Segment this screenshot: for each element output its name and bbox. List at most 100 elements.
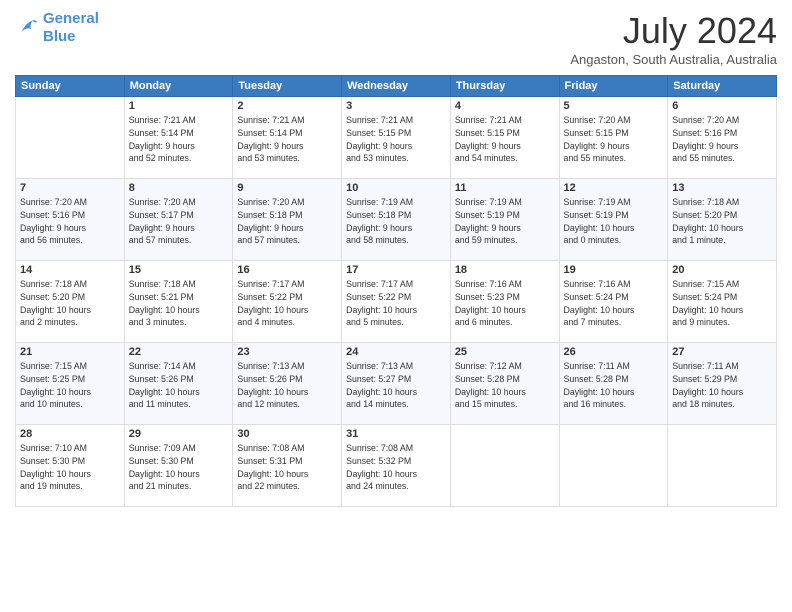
day-number: 11 bbox=[455, 182, 555, 194]
calendar-cell: 29 Sunrise: 7:09 AMSunset: 5:30 PMDayligh… bbox=[124, 425, 233, 507]
calendar-cell: 21Sunrise: 7:15 AMSunset: 5:25 PMDayligh… bbox=[16, 343, 125, 425]
day-number: 21 bbox=[20, 346, 120, 358]
calendar-cell: 28 Sunrise: 7:10 AMSunset: 5:30 PMDayligh… bbox=[16, 425, 125, 507]
calendar-table: Sunday Monday Tuesday Wednesday Thursday… bbox=[15, 75, 777, 507]
day-number: 3 bbox=[346, 100, 446, 112]
calendar-cell: 27Sunrise: 7:11 AMSunset: 5:29 PMDayligh… bbox=[668, 343, 777, 425]
day-number: 29 bbox=[129, 428, 229, 440]
calendar-cell: 13 Sunrise: 7:18 AMSunset: 5:20 PMDayligh… bbox=[668, 179, 777, 261]
day-number: 30 bbox=[237, 428, 337, 440]
day-number: 4 bbox=[455, 100, 555, 112]
calendar-cell: 30Sunrise: 7:08 AMSunset: 5:31 PMDayligh… bbox=[233, 425, 342, 507]
calendar-header-row: Sunday Monday Tuesday Wednesday Thursday… bbox=[16, 76, 777, 97]
calendar-cell: 25 Sunrise: 7:12 AMSunset: 5:28 PMDayligh… bbox=[450, 343, 559, 425]
calendar-cell: 14 Sunrise: 7:18 AMSunset: 5:20 PMDayligh… bbox=[16, 261, 125, 343]
day-info: Sunrise: 7:09 AMSunset: 5:30 PMDaylight:… bbox=[129, 442, 229, 493]
day-info: Sunrise: 7:18 AMSunset: 5:21 PMDaylight:… bbox=[129, 278, 229, 329]
calendar-cell: 8Sunrise: 7:20 AMSunset: 5:17 PMDaylight… bbox=[124, 179, 233, 261]
day-info: Sunrise: 7:21 AMSunset: 5:15 PMDaylight:… bbox=[455, 114, 555, 165]
calendar-week-3: 21Sunrise: 7:15 AMSunset: 5:25 PMDayligh… bbox=[16, 343, 777, 425]
col-wednesday: Wednesday bbox=[342, 76, 451, 97]
calendar-week-1: 7Sunrise: 7:20 AMSunset: 5:16 PMDaylight… bbox=[16, 179, 777, 261]
day-info: Sunrise: 7:19 AMSunset: 5:19 PMDaylight:… bbox=[564, 196, 664, 247]
day-number: 26 bbox=[564, 346, 664, 358]
day-number: 31 bbox=[346, 428, 446, 440]
day-info: Sunrise: 7:13 AMSunset: 5:26 PMDaylight:… bbox=[237, 360, 337, 411]
calendar-cell: 20 Sunrise: 7:15 AMSunset: 5:24 PMDayligh… bbox=[668, 261, 777, 343]
day-number: 19 bbox=[564, 264, 664, 276]
col-thursday: Thursday bbox=[450, 76, 559, 97]
calendar-cell: 9Sunrise: 7:20 AMSunset: 5:18 PMDaylight… bbox=[233, 179, 342, 261]
day-info: Sunrise: 7:18 AMSunset: 5:20 PMDaylight:… bbox=[20, 278, 120, 329]
col-friday: Friday bbox=[559, 76, 668, 97]
day-number: 28 bbox=[20, 428, 120, 440]
col-sunday: Sunday bbox=[16, 76, 125, 97]
day-info: Sunrise: 7:14 AMSunset: 5:26 PMDaylight:… bbox=[129, 360, 229, 411]
day-info: Sunrise: 7:15 AMSunset: 5:24 PMDaylight:… bbox=[672, 278, 772, 329]
logo-text: General Blue bbox=[43, 10, 99, 46]
calendar-cell: 16 Sunrise: 7:17 AMSunset: 5:22 PMDayligh… bbox=[233, 261, 342, 343]
day-info: Sunrise: 7:17 AMSunset: 5:22 PMDaylight:… bbox=[237, 278, 337, 329]
day-number: 20 bbox=[672, 264, 772, 276]
calendar-cell: 3 Sunrise: 7:21 AMSunset: 5:15 PMDaylight… bbox=[342, 97, 451, 179]
logo: General Blue bbox=[15, 10, 99, 46]
location: Angaston, South Australia, Australia bbox=[570, 52, 777, 67]
day-info: Sunrise: 7:08 AMSunset: 5:32 PMDaylight:… bbox=[346, 442, 446, 493]
calendar-cell bbox=[559, 425, 668, 507]
day-number: 18 bbox=[455, 264, 555, 276]
col-tuesday: Tuesday bbox=[233, 76, 342, 97]
day-number: 15 bbox=[129, 264, 229, 276]
calendar-cell: 15 Sunrise: 7:18 AMSunset: 5:21 PMDayligh… bbox=[124, 261, 233, 343]
day-info: Sunrise: 7:16 AMSunset: 5:24 PMDaylight:… bbox=[564, 278, 664, 329]
calendar-cell: 17Sunrise: 7:17 AMSunset: 5:22 PMDayligh… bbox=[342, 261, 451, 343]
day-info: Sunrise: 7:16 AMSunset: 5:23 PMDaylight:… bbox=[455, 278, 555, 329]
calendar-cell: 2 Sunrise: 7:21 AMSunset: 5:14 PMDaylight… bbox=[233, 97, 342, 179]
calendar-week-4: 28 Sunrise: 7:10 AMSunset: 5:30 PMDayligh… bbox=[16, 425, 777, 507]
calendar-cell: 6Sunrise: 7:20 AMSunset: 5:16 PMDaylight… bbox=[668, 97, 777, 179]
day-info: Sunrise: 7:18 AMSunset: 5:20 PMDaylight:… bbox=[672, 196, 772, 247]
day-number: 5 bbox=[564, 100, 664, 112]
day-info: Sunrise: 7:21 AMSunset: 5:15 PMDaylight:… bbox=[346, 114, 446, 165]
calendar-cell: 10 Sunrise: 7:19 AMSunset: 5:18 PMDayligh… bbox=[342, 179, 451, 261]
title-block: July 2024 Angaston, South Australia, Aus… bbox=[570, 10, 777, 67]
calendar-cell: 22 Sunrise: 7:14 AMSunset: 5:26 PMDayligh… bbox=[124, 343, 233, 425]
calendar-cell: 4 Sunrise: 7:21 AMSunset: 5:15 PMDaylight… bbox=[450, 97, 559, 179]
calendar-cell: 24Sunrise: 7:13 AMSunset: 5:27 PMDayligh… bbox=[342, 343, 451, 425]
day-info: Sunrise: 7:20 AMSunset: 5:16 PMDaylight:… bbox=[672, 114, 772, 165]
day-number: 9 bbox=[237, 182, 337, 194]
col-monday: Monday bbox=[124, 76, 233, 97]
day-number: 1 bbox=[129, 100, 229, 112]
day-info: Sunrise: 7:20 AMSunset: 5:16 PMDaylight:… bbox=[20, 196, 120, 247]
logo-icon bbox=[15, 16, 39, 40]
day-info: Sunrise: 7:20 AMSunset: 5:15 PMDaylight:… bbox=[564, 114, 664, 165]
calendar-cell: 18 Sunrise: 7:16 AMSunset: 5:23 PMDayligh… bbox=[450, 261, 559, 343]
day-number: 23 bbox=[237, 346, 337, 358]
day-number: 14 bbox=[20, 264, 120, 276]
day-info: Sunrise: 7:12 AMSunset: 5:28 PMDaylight:… bbox=[455, 360, 555, 411]
day-info: Sunrise: 7:10 AMSunset: 5:30 PMDaylight:… bbox=[20, 442, 120, 493]
day-number: 2 bbox=[237, 100, 337, 112]
day-number: 25 bbox=[455, 346, 555, 358]
day-info: Sunrise: 7:21 AMSunset: 5:14 PMDaylight:… bbox=[129, 114, 229, 165]
day-info: Sunrise: 7:19 AMSunset: 5:19 PMDaylight:… bbox=[455, 196, 555, 247]
day-number: 10 bbox=[346, 182, 446, 194]
calendar-cell: 26 Sunrise: 7:11 AMSunset: 5:28 PMDayligh… bbox=[559, 343, 668, 425]
calendar-cell bbox=[16, 97, 125, 179]
calendar-cell: 19 Sunrise: 7:16 AMSunset: 5:24 PMDayligh… bbox=[559, 261, 668, 343]
calendar-cell bbox=[450, 425, 559, 507]
day-info: Sunrise: 7:19 AMSunset: 5:18 PMDaylight:… bbox=[346, 196, 446, 247]
calendar-cell: 5 Sunrise: 7:20 AMSunset: 5:15 PMDaylight… bbox=[559, 97, 668, 179]
day-number: 22 bbox=[129, 346, 229, 358]
calendar-cell: 12Sunrise: 7:19 AMSunset: 5:19 PMDayligh… bbox=[559, 179, 668, 261]
day-number: 8 bbox=[129, 182, 229, 194]
day-number: 13 bbox=[672, 182, 772, 194]
header: General Blue July 2024 Angaston, South A… bbox=[15, 10, 777, 67]
day-info: Sunrise: 7:11 AMSunset: 5:29 PMDaylight:… bbox=[672, 360, 772, 411]
day-info: Sunrise: 7:21 AMSunset: 5:14 PMDaylight:… bbox=[237, 114, 337, 165]
day-info: Sunrise: 7:13 AMSunset: 5:27 PMDaylight:… bbox=[346, 360, 446, 411]
calendar-cell: 11 Sunrise: 7:19 AMSunset: 5:19 PMDayligh… bbox=[450, 179, 559, 261]
day-number: 16 bbox=[237, 264, 337, 276]
day-number: 17 bbox=[346, 264, 446, 276]
calendar-cell: 23 Sunrise: 7:13 AMSunset: 5:26 PMDayligh… bbox=[233, 343, 342, 425]
day-info: Sunrise: 7:11 AMSunset: 5:28 PMDaylight:… bbox=[564, 360, 664, 411]
